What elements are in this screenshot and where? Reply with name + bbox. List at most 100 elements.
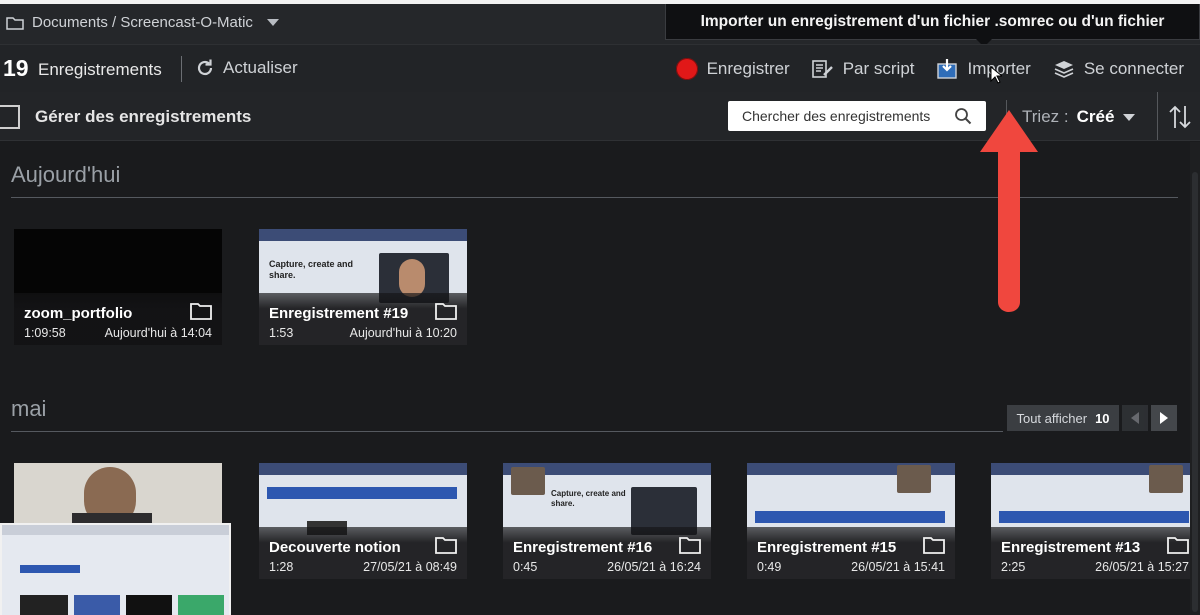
script-button[interactable]: Par script — [811, 59, 915, 79]
recording-duration: 0:45 — [513, 560, 538, 574]
script-icon — [811, 60, 833, 78]
previous-page-button[interactable] — [1122, 405, 1148, 431]
scrollbar-thumb[interactable] — [1192, 172, 1198, 612]
thumb-text-line: Capture, create and — [551, 489, 626, 498]
recording-duration: 1:09:58 — [24, 326, 66, 340]
script-label: Par script — [842, 59, 915, 78]
thumb-block — [178, 595, 224, 615]
thumb-text-line: share. — [269, 270, 296, 280]
thumb-webcam — [897, 465, 931, 493]
section-title-today: Aujourd'hui — [11, 162, 121, 187]
breadcrumb-text: Documents / Screencast-O-Matic — [32, 14, 253, 31]
recording-duration: 1:28 — [269, 560, 294, 574]
recording-date: 27/05/21 à 08:49 — [363, 560, 457, 574]
recording-title: Enregistrement #16 — [513, 539, 653, 556]
record-button[interactable]: Enregistrer — [675, 58, 790, 80]
recording-card[interactable]: Enregistrement #13 2:25 26/05/21 à 15:27 — [991, 463, 1199, 579]
next-page-button[interactable] — [1151, 405, 1177, 431]
annotation-arrow-icon — [980, 110, 1038, 312]
recording-duration: 0:49 — [757, 560, 782, 574]
recording-duration: 1:53 — [269, 326, 294, 340]
import-icon — [936, 59, 957, 79]
toolbar-actions: Enregistrer Par script Importer Se conne… — [675, 58, 1184, 80]
thumb-block — [126, 595, 172, 615]
folder-icon[interactable] — [190, 302, 212, 320]
toolbar-divider — [181, 56, 182, 82]
search-input[interactable] — [740, 107, 954, 125]
thumb-text: Capture, create and share. — [269, 259, 353, 281]
thumb-text: Capture, create and share. — [551, 489, 626, 509]
thumb-header — [999, 511, 1189, 523]
import-button[interactable]: Importer — [936, 59, 1031, 79]
record-icon — [675, 58, 698, 80]
refresh-button[interactable]: Actualiser — [195, 58, 298, 78]
show-all-label: Tout afficher — [1016, 410, 1088, 426]
thumb-text-line: Capture, create and — [269, 259, 354, 269]
chevron-down-icon — [1123, 113, 1136, 121]
folder-icon[interactable] — [923, 536, 945, 554]
recording-date: 26/05/21 à 15:27 — [1095, 560, 1189, 574]
sort-direction-icon[interactable] — [1168, 104, 1192, 130]
refresh-label: Actualiser — [223, 58, 298, 77]
recording-duration: 2:25 — [1001, 560, 1026, 574]
show-all-count: 10 — [1095, 410, 1110, 426]
thumb-face — [399, 259, 425, 297]
chevron-left-icon — [1131, 412, 1139, 424]
recording-card[interactable]: Capture, create and share. Enregistremen… — [259, 229, 467, 345]
recording-count: 19 — [3, 55, 29, 81]
thumb-block — [20, 595, 68, 615]
recording-card[interactable]: Enregistrement #15 0:49 26/05/21 à 15:41 — [747, 463, 955, 579]
thumb-block — [20, 565, 80, 573]
show-all-button[interactable]: Tout afficher 10 — [1007, 405, 1119, 431]
recording-date: 26/05/21 à 16:24 — [607, 560, 701, 574]
thumb-browser-bar — [259, 463, 467, 475]
recording-card[interactable]: zoom_portfolio 1:09:58 Aujourd'hui à 14:… — [14, 229, 222, 345]
folder-icon[interactable] — [679, 536, 701, 554]
chevron-down-icon[interactable] — [266, 19, 279, 26]
screen-preview-overlay — [0, 523, 231, 615]
folder-icon[interactable] — [435, 302, 457, 320]
record-label: Enregistrer — [706, 59, 790, 78]
thumb-browser-bar — [259, 229, 467, 241]
search-icon[interactable] — [954, 107, 972, 125]
folder-icon[interactable] — [1167, 536, 1189, 554]
recording-card[interactable]: Capture, create and share. Enregistremen… — [503, 463, 711, 579]
folder-icon — [6, 16, 24, 30]
sort-divider — [1157, 92, 1158, 140]
thumb-webcam — [511, 467, 545, 495]
recording-card[interactable]: Decouverte notion 1:28 27/05/21 à 08:49 — [259, 463, 467, 579]
title-bar: Documents / Screencast-O-Matic Importer … — [0, 0, 1200, 47]
sign-in-label: Se connecter — [1083, 59, 1184, 78]
sign-in-button[interactable]: Se connecter — [1053, 59, 1184, 79]
mouse-cursor-icon — [990, 66, 1002, 84]
select-all-checkbox[interactable] — [0, 105, 20, 129]
thumb-text-line: share. — [551, 499, 575, 508]
recording-date: Aujourd'hui à 10:20 — [349, 326, 457, 340]
thumb-browser-bar — [2, 525, 229, 535]
thumb-header — [267, 487, 457, 499]
search-box — [728, 101, 986, 131]
toolbar: 19 Enregistrements Actualiser Enregistre… — [0, 44, 1200, 94]
recording-title: Decouverte notion — [269, 539, 401, 556]
recording-date: Aujourd'hui à 14:04 — [104, 326, 212, 340]
section-divider — [11, 431, 1003, 432]
tooltip-text: Importer un enregistrement d'un fichier … — [700, 12, 1165, 30]
section-title-may: mai — [11, 396, 47, 421]
breadcrumb[interactable]: Documents / Screencast-O-Matic — [6, 14, 279, 31]
import-tooltip: Importer un enregistrement d'un fichier … — [665, 4, 1200, 47]
refresh-icon — [197, 59, 213, 76]
manage-label: Gérer des enregistrements — [35, 107, 252, 126]
folder-icon[interactable] — [435, 536, 457, 554]
scrollbar[interactable] — [1190, 142, 1200, 615]
recording-title: Enregistrement #13 — [1001, 539, 1141, 556]
thumb-block — [74, 595, 120, 615]
sort-value: Créé — [1076, 107, 1115, 126]
recording-date: 26/05/21 à 15:41 — [851, 560, 945, 574]
recording-title: zoom_portfolio — [24, 305, 133, 322]
recording-title: Enregistrement #19 — [269, 305, 409, 322]
recording-count-label: Enregistrements — [38, 60, 162, 79]
chevron-right-icon — [1160, 412, 1168, 424]
thumb-header — [755, 511, 945, 523]
recording-title: Enregistrement #15 — [757, 539, 897, 556]
layers-icon — [1054, 61, 1074, 78]
